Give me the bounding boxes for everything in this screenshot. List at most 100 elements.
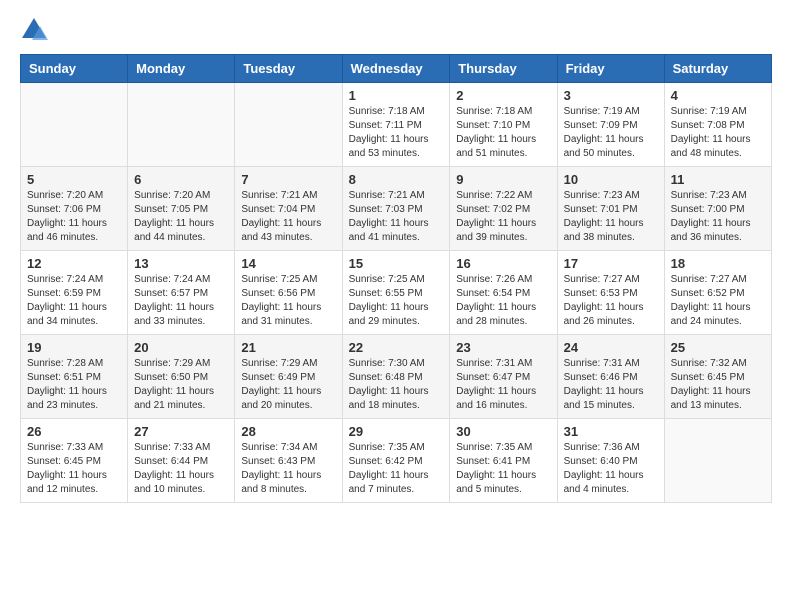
calendar-cell: 23Sunrise: 7:31 AMSunset: 6:47 PMDayligh… (450, 335, 557, 419)
calendar-cell: 2 Sunrise: 7:18 AMSunset: 7:10 PMDaylight… (450, 83, 557, 167)
day-number: 3 (564, 88, 658, 103)
calendar-cell: 18 Sunrise: 7:27 AMSunset: 6:52 PMDayligh… (664, 251, 771, 335)
day-info: Sunrise: 7:35 AMSunset: 6:42 PMDaylight:… (349, 441, 444, 497)
weekday-header: Wednesday (342, 55, 450, 83)
day-number: 27 (134, 424, 228, 439)
day-info: Sunrise: 7:27 AMSunset: 6:53 PMDaylight:… (564, 273, 658, 329)
day-info: Sunrise: 7:27 AMSunset: 6:52 PMDaylight:… (671, 273, 765, 329)
day-number: 30 (456, 424, 550, 439)
day-info: Sunrise: 7:21 AMSunset: 7:04 PMDaylight:… (241, 189, 335, 245)
calendar-week-row: 19 Sunrise: 7:28 AMSunset: 6:51 PMDayligh… (21, 335, 772, 419)
day-number: 11 (671, 172, 765, 187)
calendar-cell: 11 Sunrise: 7:23 AMSunset: 7:00 PMDayligh… (664, 167, 771, 251)
weekday-header: Tuesday (235, 55, 342, 83)
day-number: 31 (564, 424, 658, 439)
calendar-cell: 19 Sunrise: 7:28 AMSunset: 6:51 PMDayligh… (21, 335, 128, 419)
day-number: 2 (456, 88, 550, 103)
day-number: 4 (671, 88, 765, 103)
day-number: 21 (241, 340, 335, 355)
day-info: Sunrise: 7:23 AMSunset: 7:00 PMDaylight:… (671, 189, 765, 245)
day-number: 22 (349, 340, 444, 355)
calendar-cell (664, 419, 771, 503)
calendar-cell: 15 Sunrise: 7:25 AMSunset: 6:55 PMDayligh… (342, 251, 450, 335)
calendar-cell: 17 Sunrise: 7:27 AMSunset: 6:53 PMDayligh… (557, 251, 664, 335)
calendar-cell: 20Sunrise: 7:29 AMSunset: 6:50 PMDayligh… (128, 335, 235, 419)
day-number: 24 (564, 340, 658, 355)
calendar-cell: 4 Sunrise: 7:19 AMSunset: 7:08 PMDaylight… (664, 83, 771, 167)
weekday-header: Monday (128, 55, 235, 83)
weekday-header: Sunday (21, 55, 128, 83)
calendar-cell: 21 Sunrise: 7:29 AMSunset: 6:49 PMDayligh… (235, 335, 342, 419)
calendar-cell: 13 Sunrise: 7:24 AMSunset: 6:57 PMDayligh… (128, 251, 235, 335)
day-number: 26 (27, 424, 121, 439)
day-number: 15 (349, 256, 444, 271)
day-number: 17 (564, 256, 658, 271)
day-info: Sunrise: 7:31 AMSunset: 6:46 PMDaylight:… (564, 357, 658, 413)
day-info: Sunrise: 7:36 AMSunset: 6:40 PMDaylight:… (564, 441, 658, 497)
day-info: Sunrise: 7:19 AMSunset: 7:08 PMDaylight:… (671, 105, 765, 161)
calendar-cell: 28 Sunrise: 7:34 AMSunset: 6:43 PMDayligh… (235, 419, 342, 503)
day-info: Sunrise: 7:24 AMSunset: 6:57 PMDaylight:… (134, 273, 228, 329)
weekday-header: Friday (557, 55, 664, 83)
calendar-cell: 10Sunrise: 7:23 AMSunset: 7:01 PMDayligh… (557, 167, 664, 251)
calendar-week-row: 5 Sunrise: 7:20 AMSunset: 7:06 PMDaylight… (21, 167, 772, 251)
calendar-cell: 30 Sunrise: 7:35 AMSunset: 6:41 PMDayligh… (450, 419, 557, 503)
weekday-header-row: SundayMondayTuesdayWednesdayThursdayFrid… (21, 55, 772, 83)
day-info: Sunrise: 7:35 AMSunset: 6:41 PMDaylight:… (456, 441, 550, 497)
day-info: Sunrise: 7:34 AMSunset: 6:43 PMDaylight:… (241, 441, 335, 497)
day-number: 16 (456, 256, 550, 271)
day-number: 10 (564, 172, 658, 187)
day-number: 18 (671, 256, 765, 271)
day-info: Sunrise: 7:25 AMSunset: 6:55 PMDaylight:… (349, 273, 444, 329)
day-info: Sunrise: 7:32 AMSunset: 6:45 PMDaylight:… (671, 357, 765, 413)
calendar-cell: 12 Sunrise: 7:24 AMSunset: 6:59 PMDayligh… (21, 251, 128, 335)
calendar-cell: 24 Sunrise: 7:31 AMSunset: 6:46 PMDayligh… (557, 335, 664, 419)
day-number: 28 (241, 424, 335, 439)
logo-icon (20, 16, 48, 44)
calendar-cell: 22 Sunrise: 7:30 AMSunset: 6:48 PMDayligh… (342, 335, 450, 419)
calendar-cell: 5 Sunrise: 7:20 AMSunset: 7:06 PMDaylight… (21, 167, 128, 251)
day-info: Sunrise: 7:25 AMSunset: 6:56 PMDaylight:… (241, 273, 335, 329)
header (20, 16, 772, 44)
day-info: Sunrise: 7:29 AMSunset: 6:50 PMDaylight:… (134, 357, 228, 413)
day-info: Sunrise: 7:24 AMSunset: 6:59 PMDaylight:… (27, 273, 121, 329)
day-info: Sunrise: 7:18 AMSunset: 7:11 PMDaylight:… (349, 105, 444, 161)
calendar-cell: 6 Sunrise: 7:20 AMSunset: 7:05 PMDaylight… (128, 167, 235, 251)
day-info: Sunrise: 7:33 AMSunset: 6:45 PMDaylight:… (27, 441, 121, 497)
page: SundayMondayTuesdayWednesdayThursdayFrid… (0, 0, 792, 612)
calendar-cell: 7Sunrise: 7:21 AMSunset: 7:04 PMDaylight… (235, 167, 342, 251)
calendar-cell: 26 Sunrise: 7:33 AMSunset: 6:45 PMDayligh… (21, 419, 128, 503)
calendar-cell (128, 83, 235, 167)
day-number: 13 (134, 256, 228, 271)
day-info: Sunrise: 7:22 AMSunset: 7:02 PMDaylight:… (456, 189, 550, 245)
calendar-cell: 8 Sunrise: 7:21 AMSunset: 7:03 PMDaylight… (342, 167, 450, 251)
day-info: Sunrise: 7:19 AMSunset: 7:09 PMDaylight:… (564, 105, 658, 161)
calendar-cell (21, 83, 128, 167)
day-info: Sunrise: 7:28 AMSunset: 6:51 PMDaylight:… (27, 357, 121, 413)
day-number: 8 (349, 172, 444, 187)
day-info: Sunrise: 7:20 AMSunset: 7:05 PMDaylight:… (134, 189, 228, 245)
day-info: Sunrise: 7:20 AMSunset: 7:06 PMDaylight:… (27, 189, 121, 245)
calendar-cell: 25Sunrise: 7:32 AMSunset: 6:45 PMDayligh… (664, 335, 771, 419)
day-number: 5 (27, 172, 121, 187)
day-info: Sunrise: 7:33 AMSunset: 6:44 PMDaylight:… (134, 441, 228, 497)
day-info: Sunrise: 7:29 AMSunset: 6:49 PMDaylight:… (241, 357, 335, 413)
day-info: Sunrise: 7:18 AMSunset: 7:10 PMDaylight:… (456, 105, 550, 161)
day-info: Sunrise: 7:21 AMSunset: 7:03 PMDaylight:… (349, 189, 444, 245)
day-number: 12 (27, 256, 121, 271)
calendar-cell: 31 Sunrise: 7:36 AMSunset: 6:40 PMDayligh… (557, 419, 664, 503)
calendar-week-row: 26 Sunrise: 7:33 AMSunset: 6:45 PMDayligh… (21, 419, 772, 503)
calendar-week-row: 1Sunrise: 7:18 AMSunset: 7:11 PMDaylight… (21, 83, 772, 167)
day-info: Sunrise: 7:30 AMSunset: 6:48 PMDaylight:… (349, 357, 444, 413)
day-number: 19 (27, 340, 121, 355)
day-number: 14 (241, 256, 335, 271)
calendar-cell: 3 Sunrise: 7:19 AMSunset: 7:09 PMDaylight… (557, 83, 664, 167)
calendar-week-row: 12 Sunrise: 7:24 AMSunset: 6:59 PMDayligh… (21, 251, 772, 335)
calendar-cell: 1Sunrise: 7:18 AMSunset: 7:11 PMDaylight… (342, 83, 450, 167)
calendar-cell: 27 Sunrise: 7:33 AMSunset: 6:44 PMDayligh… (128, 419, 235, 503)
calendar-cell: 29Sunrise: 7:35 AMSunset: 6:42 PMDayligh… (342, 419, 450, 503)
day-number: 6 (134, 172, 228, 187)
day-number: 9 (456, 172, 550, 187)
logo (20, 16, 52, 44)
calendar-cell: 9 Sunrise: 7:22 AMSunset: 7:02 PMDaylight… (450, 167, 557, 251)
